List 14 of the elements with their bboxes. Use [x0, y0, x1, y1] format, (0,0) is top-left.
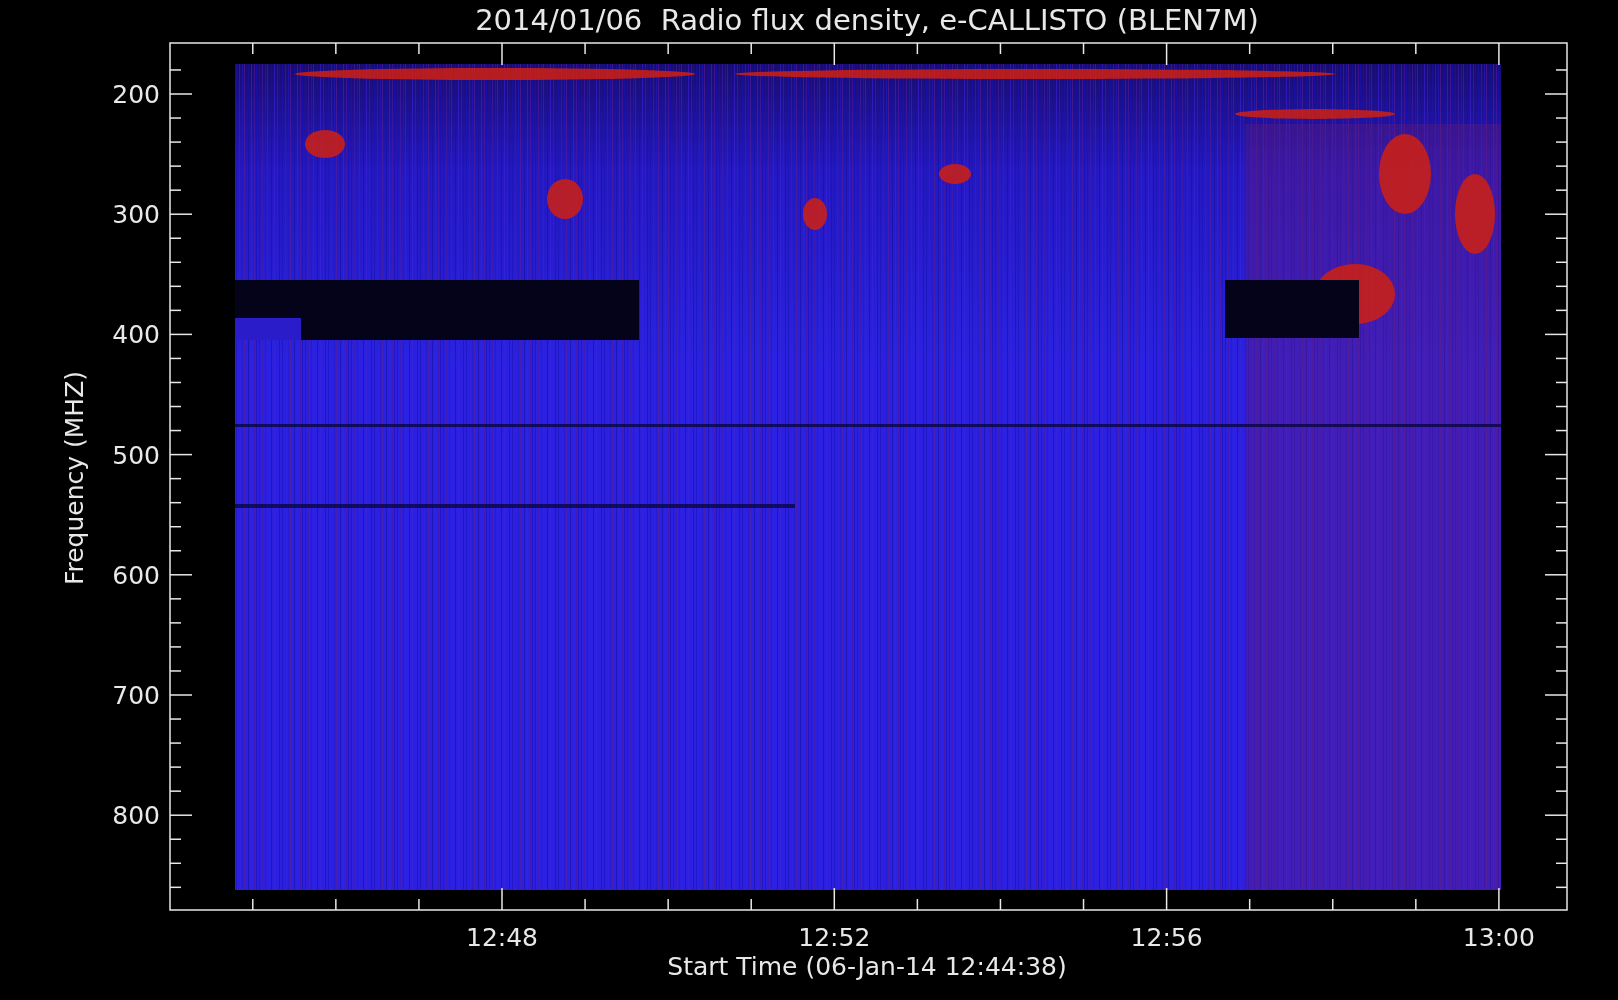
x-tick-label: 12:56 [1130, 924, 1203, 950]
y-tick-label: 600 [112, 562, 160, 588]
y-tick-label: 700 [112, 682, 160, 708]
chart-title: 2014/01/06 Radio flux density, e-CALLISTO (BLEN7M) [475, 5, 1259, 35]
x-tick-label: 12:52 [798, 924, 871, 950]
y-axis-title: Frequency (MHZ) [61, 370, 87, 586]
x-tick-label: 13:00 [1462, 924, 1535, 950]
x-tick-label: 12:48 [466, 924, 538, 950]
y-tick-label: 500 [112, 442, 160, 468]
y-tick-label: 800 [112, 802, 160, 828]
y-tick-label: 200 [112, 81, 160, 107]
y-tick-label: 300 [112, 201, 160, 227]
x-axis-title: Start Time (06-Jan-14 12:44:38) [667, 953, 1067, 979]
y-tick-label: 400 [112, 321, 160, 347]
